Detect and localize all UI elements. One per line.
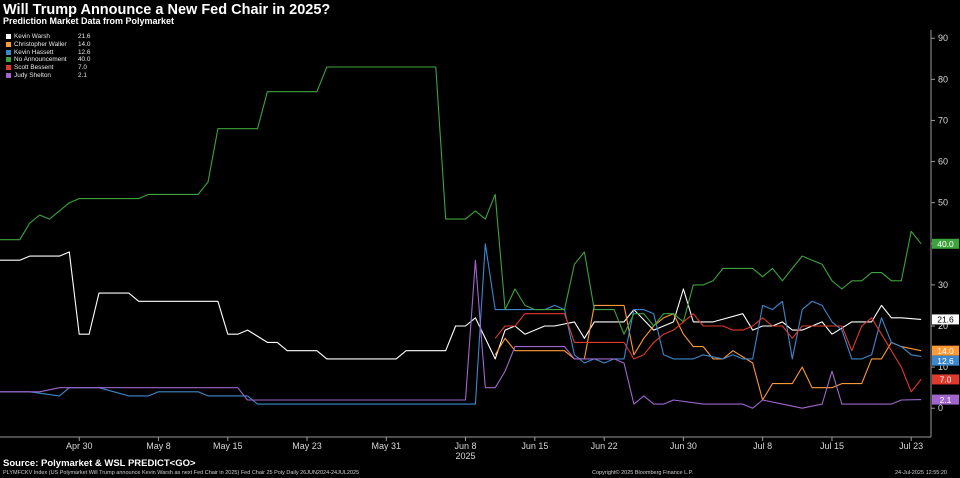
y-tick-label: 70 — [938, 115, 948, 125]
x-tick-label: May 8 — [146, 441, 171, 451]
end-value-label: 14.0 — [937, 346, 954, 356]
y-tick-label: 60 — [938, 157, 948, 167]
end-value-label: 7.0 — [940, 375, 952, 385]
x-tick-label: Jun 22 — [591, 441, 618, 451]
line-chart: 0102030405060708090Apr 30May 8May 15May … — [0, 30, 959, 461]
series-line-judy-shelton — [0, 259, 922, 409]
x-tick-label: May 15 — [213, 441, 243, 451]
footer-index-description: PLYMFCKV Index (US Polymarket Will Trump… — [3, 470, 360, 476]
x-year-label: 2025 — [455, 451, 475, 461]
x-tick-label: Jun 30 — [670, 441, 697, 451]
x-tick-label: May 31 — [372, 441, 402, 451]
series-line-christopher-waller — [494, 304, 922, 401]
y-tick-label: 30 — [938, 280, 948, 290]
series-line-no-announcement — [0, 66, 922, 335]
y-tick-label: 90 — [938, 33, 948, 43]
end-value-label: 40.0 — [937, 239, 954, 249]
end-value-label: 21.6 — [937, 315, 954, 325]
x-tick-label: Jul 15 — [820, 441, 844, 451]
y-tick-label: 80 — [938, 74, 948, 84]
y-tick-label: 50 — [938, 198, 948, 208]
series-line-kevin-hassett — [0, 243, 922, 405]
source-note: Source: Polymarket & WSL PREDICT<GO> — [3, 458, 196, 469]
end-value-label: 2.1 — [940, 395, 952, 405]
x-tick-label: May 23 — [292, 441, 322, 451]
end-value-label: 12.6 — [937, 356, 954, 366]
x-tick-label: Apr 30 — [66, 441, 93, 451]
footer-copyright: Copyright© 2025 Bloomberg Finance L.P. — [592, 470, 694, 476]
x-tick-label: Jul 23 — [899, 441, 923, 451]
x-tick-label: Jun 8 — [454, 441, 476, 451]
footer-timestamp: 24-Jul-2025 12:55:20 — [895, 470, 947, 476]
x-tick-label: Jul 8 — [753, 441, 772, 451]
x-tick-label: Jun 15 — [521, 441, 548, 451]
